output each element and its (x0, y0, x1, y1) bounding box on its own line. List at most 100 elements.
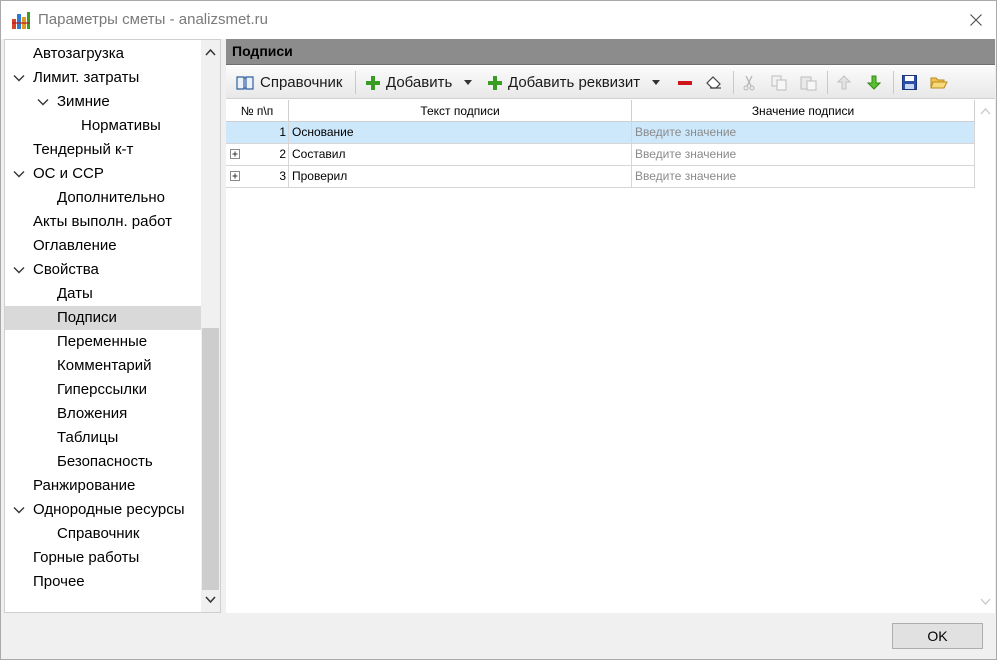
clear-button[interactable] (706, 70, 722, 95)
scroll-up-icon[interactable] (980, 106, 991, 117)
expand-plus-icon[interactable] (230, 171, 240, 181)
paste-button[interactable] (800, 70, 817, 95)
tree-scrollbar[interactable] (201, 40, 220, 612)
chevron-down-icon[interactable] (13, 504, 25, 516)
paste-icon (800, 76, 817, 90)
tree-item-label: Зимние (57, 93, 110, 110)
tree-item-label: Автозагрузка (33, 45, 124, 62)
tree-item[interactable]: Прочее (5, 570, 201, 594)
tree-item[interactable]: Зимние (5, 90, 201, 114)
chevron-down-icon[interactable] (13, 264, 25, 276)
table-row[interactable]: 3 Проверил Введите значение (226, 166, 975, 188)
reference-button[interactable]: Справочник (236, 70, 343, 95)
dialog-window: Параметры сметы - analizsmet.ru Автозагр… (0, 0, 997, 660)
tree-item-label: ОС и ССР (33, 165, 104, 182)
tree-item-label: Гиперссылки (57, 381, 147, 398)
add-button[interactable]: Добавить (366, 70, 473, 95)
column-header-text[interactable]: Текст подписи (289, 100, 632, 122)
table-row[interactable]: 1 Основание Введите значение (226, 122, 975, 144)
add-requisite-button[interactable]: Добавить реквизит (488, 70, 661, 95)
signature-text-cell[interactable]: Основание (289, 122, 632, 143)
copy-button[interactable] (771, 70, 787, 95)
tree-item-label: Комментарий (57, 357, 152, 374)
close-button[interactable] (957, 5, 995, 35)
tree-item-label: Ранжирование (33, 477, 136, 494)
tree-item-label: Лимит. затраты (33, 69, 140, 86)
eraser-icon (706, 75, 721, 89)
panel-title: Подписи (232, 43, 293, 59)
move-down-button[interactable] (867, 70, 881, 95)
folder-open-icon (930, 77, 948, 89)
save-button[interactable] (902, 70, 917, 95)
tree-item-label: Горные работы (33, 549, 140, 566)
scroll-up-icon[interactable] (204, 46, 217, 59)
signatures-panel: Подписи Справочник Добавить Добавить рек… (226, 39, 995, 613)
row-number-cell: 1 (226, 122, 289, 143)
table-row[interactable]: 2 Составил Введите значение (226, 144, 975, 166)
tree-item[interactable]: Ранжирование (5, 474, 201, 498)
tree-scroll-thumb[interactable] (202, 328, 219, 590)
tree-item-label: Вложения (57, 405, 128, 422)
tree-item[interactable]: Нормативы (5, 114, 201, 138)
tree-item[interactable]: Лимит. затраты (5, 66, 201, 90)
tree-item[interactable]: Оглавление (5, 234, 201, 258)
tree-item[interactable]: Дополнительно (5, 186, 201, 210)
move-up-button[interactable] (837, 70, 851, 95)
ok-button[interactable]: OK (892, 623, 983, 649)
tree-item[interactable]: Гиперссылки (5, 378, 201, 402)
tree-item[interactable]: Однородные ресурсы (5, 498, 201, 522)
tree-item[interactable]: Таблицы (5, 426, 201, 450)
chevron-down-icon[interactable] (13, 72, 25, 84)
signature-value-cell[interactable]: Введите значение (632, 144, 975, 165)
signature-text-cell[interactable]: Составил (289, 144, 632, 165)
row-number: 3 (279, 169, 286, 183)
toolbar: Справочник Добавить Добавить реквизит (226, 66, 995, 99)
tree-item-label: Таблицы (57, 429, 119, 446)
scroll-down-icon[interactable] (204, 593, 217, 606)
app-icon (12, 12, 30, 29)
tree-item[interactable]: Вложения (5, 402, 201, 426)
tree-item[interactable]: Тендерный к-т (5, 138, 201, 162)
tree-item[interactable]: Акты выполн. работ (5, 210, 201, 234)
signature-value-cell[interactable]: Введите значение (632, 122, 975, 143)
panel-header: Подписи (226, 39, 995, 65)
tree-item[interactable]: Свойства (5, 258, 201, 282)
tree-item-label: Безопасность (57, 453, 153, 470)
tree-item[interactable]: Автозагрузка (5, 42, 201, 66)
tree-item-label: Оглавление (33, 237, 117, 254)
dropdown-arrow-icon[interactable] (464, 80, 473, 85)
tree-item[interactable]: Справочник (5, 522, 201, 546)
signature-text-cell[interactable]: Проверил (289, 166, 632, 187)
reference-label: Справочник (260, 74, 343, 91)
tree-item[interactable]: Переменные (5, 330, 201, 354)
tree-item[interactable]: ОС и ССР (5, 162, 201, 186)
open-button[interactable] (930, 70, 948, 95)
delete-button[interactable] (678, 70, 692, 95)
tree-item-label: Однородные ресурсы (33, 501, 185, 518)
tree-item-label: Акты выполн. работ (33, 213, 172, 230)
arrow-up-icon (837, 75, 851, 90)
row-number: 1 (279, 125, 286, 139)
tree-item[interactable]: Комментарий (5, 354, 201, 378)
tree-item[interactable]: Даты (5, 282, 201, 306)
signature-value-cell[interactable]: Введите значение (632, 166, 975, 187)
tree-item[interactable]: Безопасность (5, 450, 201, 474)
close-icon (970, 14, 982, 26)
chevron-down-icon[interactable] (13, 168, 25, 180)
column-header-number[interactable]: № п\п (226, 100, 289, 122)
grid-scrollbar[interactable] (976, 100, 995, 613)
tree-item-label: Даты (57, 285, 93, 302)
column-header-value[interactable]: Значение подписи (632, 100, 975, 122)
tree-item[interactable]: Подписи (5, 306, 201, 330)
arrow-down-icon (867, 75, 881, 90)
cut-button[interactable] (742, 70, 756, 95)
tree-item[interactable]: Горные работы (5, 546, 201, 570)
tree-item-label: Свойства (33, 261, 99, 278)
dropdown-arrow-icon[interactable] (652, 80, 661, 85)
tree-item-label: Дополнительно (57, 189, 165, 206)
floppy-disk-icon (902, 75, 917, 90)
scroll-down-icon[interactable] (980, 596, 991, 607)
chevron-down-icon[interactable] (37, 96, 49, 108)
expand-plus-icon[interactable] (230, 149, 240, 159)
tree-item-label: Прочее (33, 573, 85, 590)
